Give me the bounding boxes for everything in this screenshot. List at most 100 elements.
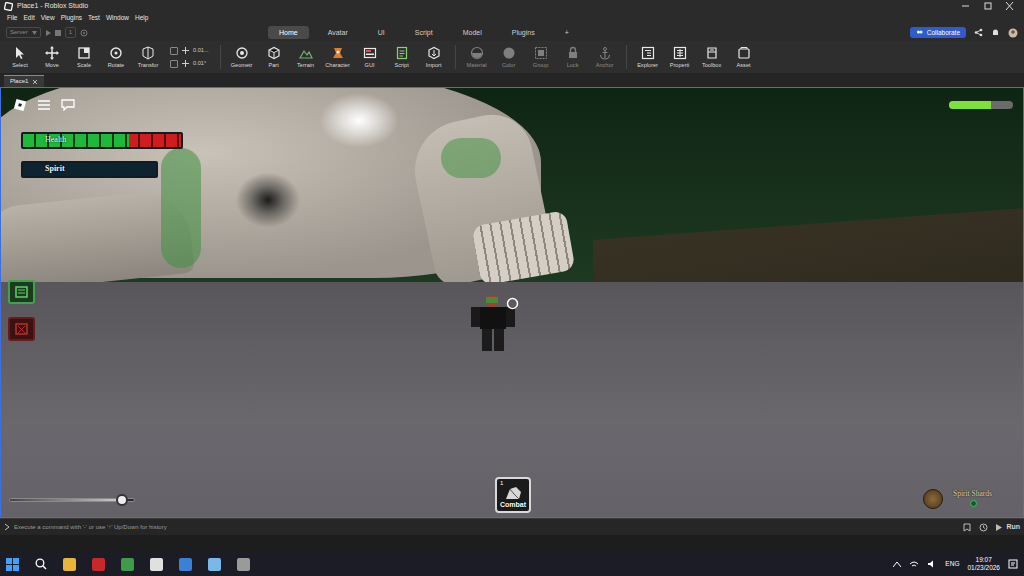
toolbox-icon bbox=[705, 46, 719, 60]
toolbar-button-label: Terrain bbox=[297, 62, 314, 69]
toolbar-button[interactable]: Rotate bbox=[102, 46, 130, 69]
menu-item[interactable]: Edit bbox=[20, 12, 37, 24]
close-icon[interactable] bbox=[1003, 0, 1016, 12]
toolbar-button[interactable]: Character bbox=[324, 46, 352, 69]
toolbar-button-label: Anchor bbox=[596, 62, 614, 69]
toolbar-button[interactable]: Scale bbox=[70, 46, 98, 69]
history-icon[interactable] bbox=[979, 523, 988, 532]
hamburger-icon[interactable] bbox=[37, 99, 51, 111]
menu-item[interactable]: Test bbox=[85, 12, 103, 24]
quick-access: Server 1 bbox=[6, 27, 88, 38]
settings-icon[interactable] bbox=[80, 29, 88, 37]
clock[interactable]: 19:0701/23/2026 bbox=[967, 556, 1000, 572]
toolbar-button[interactable]: Move bbox=[38, 46, 66, 69]
ribbon-tab[interactable]: UI bbox=[367, 26, 396, 39]
ribbon-tab[interactable]: Plugins bbox=[501, 26, 546, 39]
ribbon-tab-label: + bbox=[565, 29, 569, 36]
play-icon[interactable] bbox=[45, 30, 51, 36]
toolbar-button[interactable]: Part bbox=[260, 46, 288, 69]
language-indicator[interactable]: ENG bbox=[945, 560, 959, 568]
play-icon bbox=[996, 524, 1002, 531]
menu-item[interactable]: View bbox=[38, 12, 58, 24]
volume-slider[interactable] bbox=[9, 498, 135, 502]
server-dropdown[interactable]: Server bbox=[6, 27, 41, 38]
bell-icon[interactable] bbox=[991, 28, 1000, 37]
studio-app-icon[interactable] bbox=[179, 558, 192, 571]
ribbon-tab[interactable]: Model bbox=[452, 26, 493, 39]
minimize-icon[interactable] bbox=[959, 0, 972, 12]
taskbar: ENG 19:0701/23/2026 bbox=[0, 552, 1024, 576]
side-button[interactable] bbox=[8, 280, 35, 304]
run-button[interactable]: Run bbox=[996, 522, 1020, 533]
document-tab[interactable]: Place1 bbox=[4, 75, 44, 87]
menu-item[interactable]: Help bbox=[132, 12, 151, 24]
opera-app-icon[interactable] bbox=[92, 558, 105, 571]
toolbar-separator bbox=[220, 45, 221, 69]
command-input[interactable] bbox=[10, 523, 963, 532]
toolbar-button[interactable]: Properti bbox=[666, 46, 694, 69]
toolbar-button-label: Geometr bbox=[231, 62, 253, 69]
close-icon[interactable] bbox=[32, 79, 38, 85]
toolbar-button[interactable]: Import bbox=[420, 46, 448, 69]
avatar-icon[interactable] bbox=[1008, 28, 1018, 38]
game-viewport[interactable]: HealthSpirit1CombatSpirit Shards bbox=[0, 87, 1024, 518]
snap-checkbox[interactable] bbox=[170, 60, 178, 68]
window-control[interactable] bbox=[998, 0, 1020, 12]
toolbar-button[interactable]: Asset bbox=[730, 46, 758, 69]
moss-patch bbox=[161, 148, 201, 268]
roblox-studio-app-icon[interactable] bbox=[237, 558, 250, 571]
menu-item[interactable]: File bbox=[4, 12, 20, 24]
app-icon[interactable] bbox=[208, 558, 221, 571]
collaborate-button[interactable]: Collaborate bbox=[910, 27, 966, 38]
roblox-logo-icon[interactable] bbox=[13, 98, 27, 112]
stop-icon[interactable] bbox=[55, 30, 61, 36]
ribbon-tab[interactable]: Script bbox=[404, 26, 444, 39]
ribbon-tab[interactable]: Home bbox=[268, 26, 309, 39]
chrome-app-icon[interactable] bbox=[121, 558, 134, 571]
search-icon[interactable] bbox=[35, 558, 47, 570]
snap-checkbox[interactable] bbox=[170, 47, 178, 55]
wifi-icon[interactable] bbox=[909, 560, 919, 568]
ribbon-tab-label: Script bbox=[415, 29, 433, 36]
ribbon-tab-label: Plugins bbox=[512, 29, 535, 36]
tray-chevron-icon[interactable] bbox=[893, 561, 901, 567]
snap-value[interactable]: 0.01° bbox=[193, 59, 206, 68]
players-field[interactable]: 1 bbox=[65, 27, 76, 38]
anchor-icon bbox=[598, 46, 612, 60]
ribbon-tab[interactable]: Avatar bbox=[317, 26, 359, 39]
toolbar-button[interactable]: Toolbox bbox=[698, 46, 726, 69]
ribbon-tab[interactable]: + bbox=[554, 26, 580, 39]
menu-item[interactable]: Window bbox=[103, 12, 132, 24]
crack-mark bbox=[233, 170, 303, 230]
roblox-app-icon[interactable] bbox=[150, 558, 163, 571]
window-control[interactable] bbox=[976, 0, 998, 12]
toolbar-button[interactable]: Terrain bbox=[292, 46, 320, 69]
windows-start-icon[interactable] bbox=[6, 558, 19, 571]
toolbar-button[interactable]: Script bbox=[388, 46, 416, 69]
window-control[interactable] bbox=[954, 0, 976, 12]
snap-value[interactable]: 0.01... bbox=[193, 46, 209, 55]
toolbar-button[interactable]: Transfor bbox=[134, 46, 162, 69]
document-tabs: Place1 bbox=[0, 74, 1024, 87]
toolbar-button[interactable]: Select bbox=[6, 46, 34, 69]
volume-knob[interactable] bbox=[116, 494, 128, 506]
toolbar-button[interactable]: Explorer bbox=[634, 46, 662, 69]
chat-icon[interactable] bbox=[61, 99, 75, 111]
moss-patch bbox=[441, 138, 501, 178]
menu-bar: FileEditViewPluginsTestWindowHelp bbox=[0, 12, 1024, 24]
volume-icon[interactable] bbox=[927, 560, 937, 568]
bookmark-icon[interactable] bbox=[963, 523, 971, 532]
people-icon bbox=[916, 29, 923, 36]
snap-rotate-icon bbox=[182, 60, 189, 67]
toolbar-button[interactable]: GUI bbox=[356, 46, 384, 69]
side-button[interactable] bbox=[8, 317, 35, 341]
toolbar-button[interactable]: Geometr bbox=[228, 46, 256, 69]
menu-item[interactable]: Plugins bbox=[58, 12, 85, 24]
share-icon[interactable] bbox=[974, 28, 983, 37]
restore-icon[interactable] bbox=[981, 0, 994, 12]
folder-app-icon[interactable] bbox=[63, 558, 76, 571]
ribbon-tab-label: Avatar bbox=[328, 29, 348, 36]
hotbar-slot[interactable]: 1Combat bbox=[495, 477, 531, 513]
ribbon-tab-row: Server 1 Home Avatar UI Script Model Plugins + Co… bbox=[0, 24, 1024, 41]
notification-icon[interactable] bbox=[1008, 559, 1018, 569]
